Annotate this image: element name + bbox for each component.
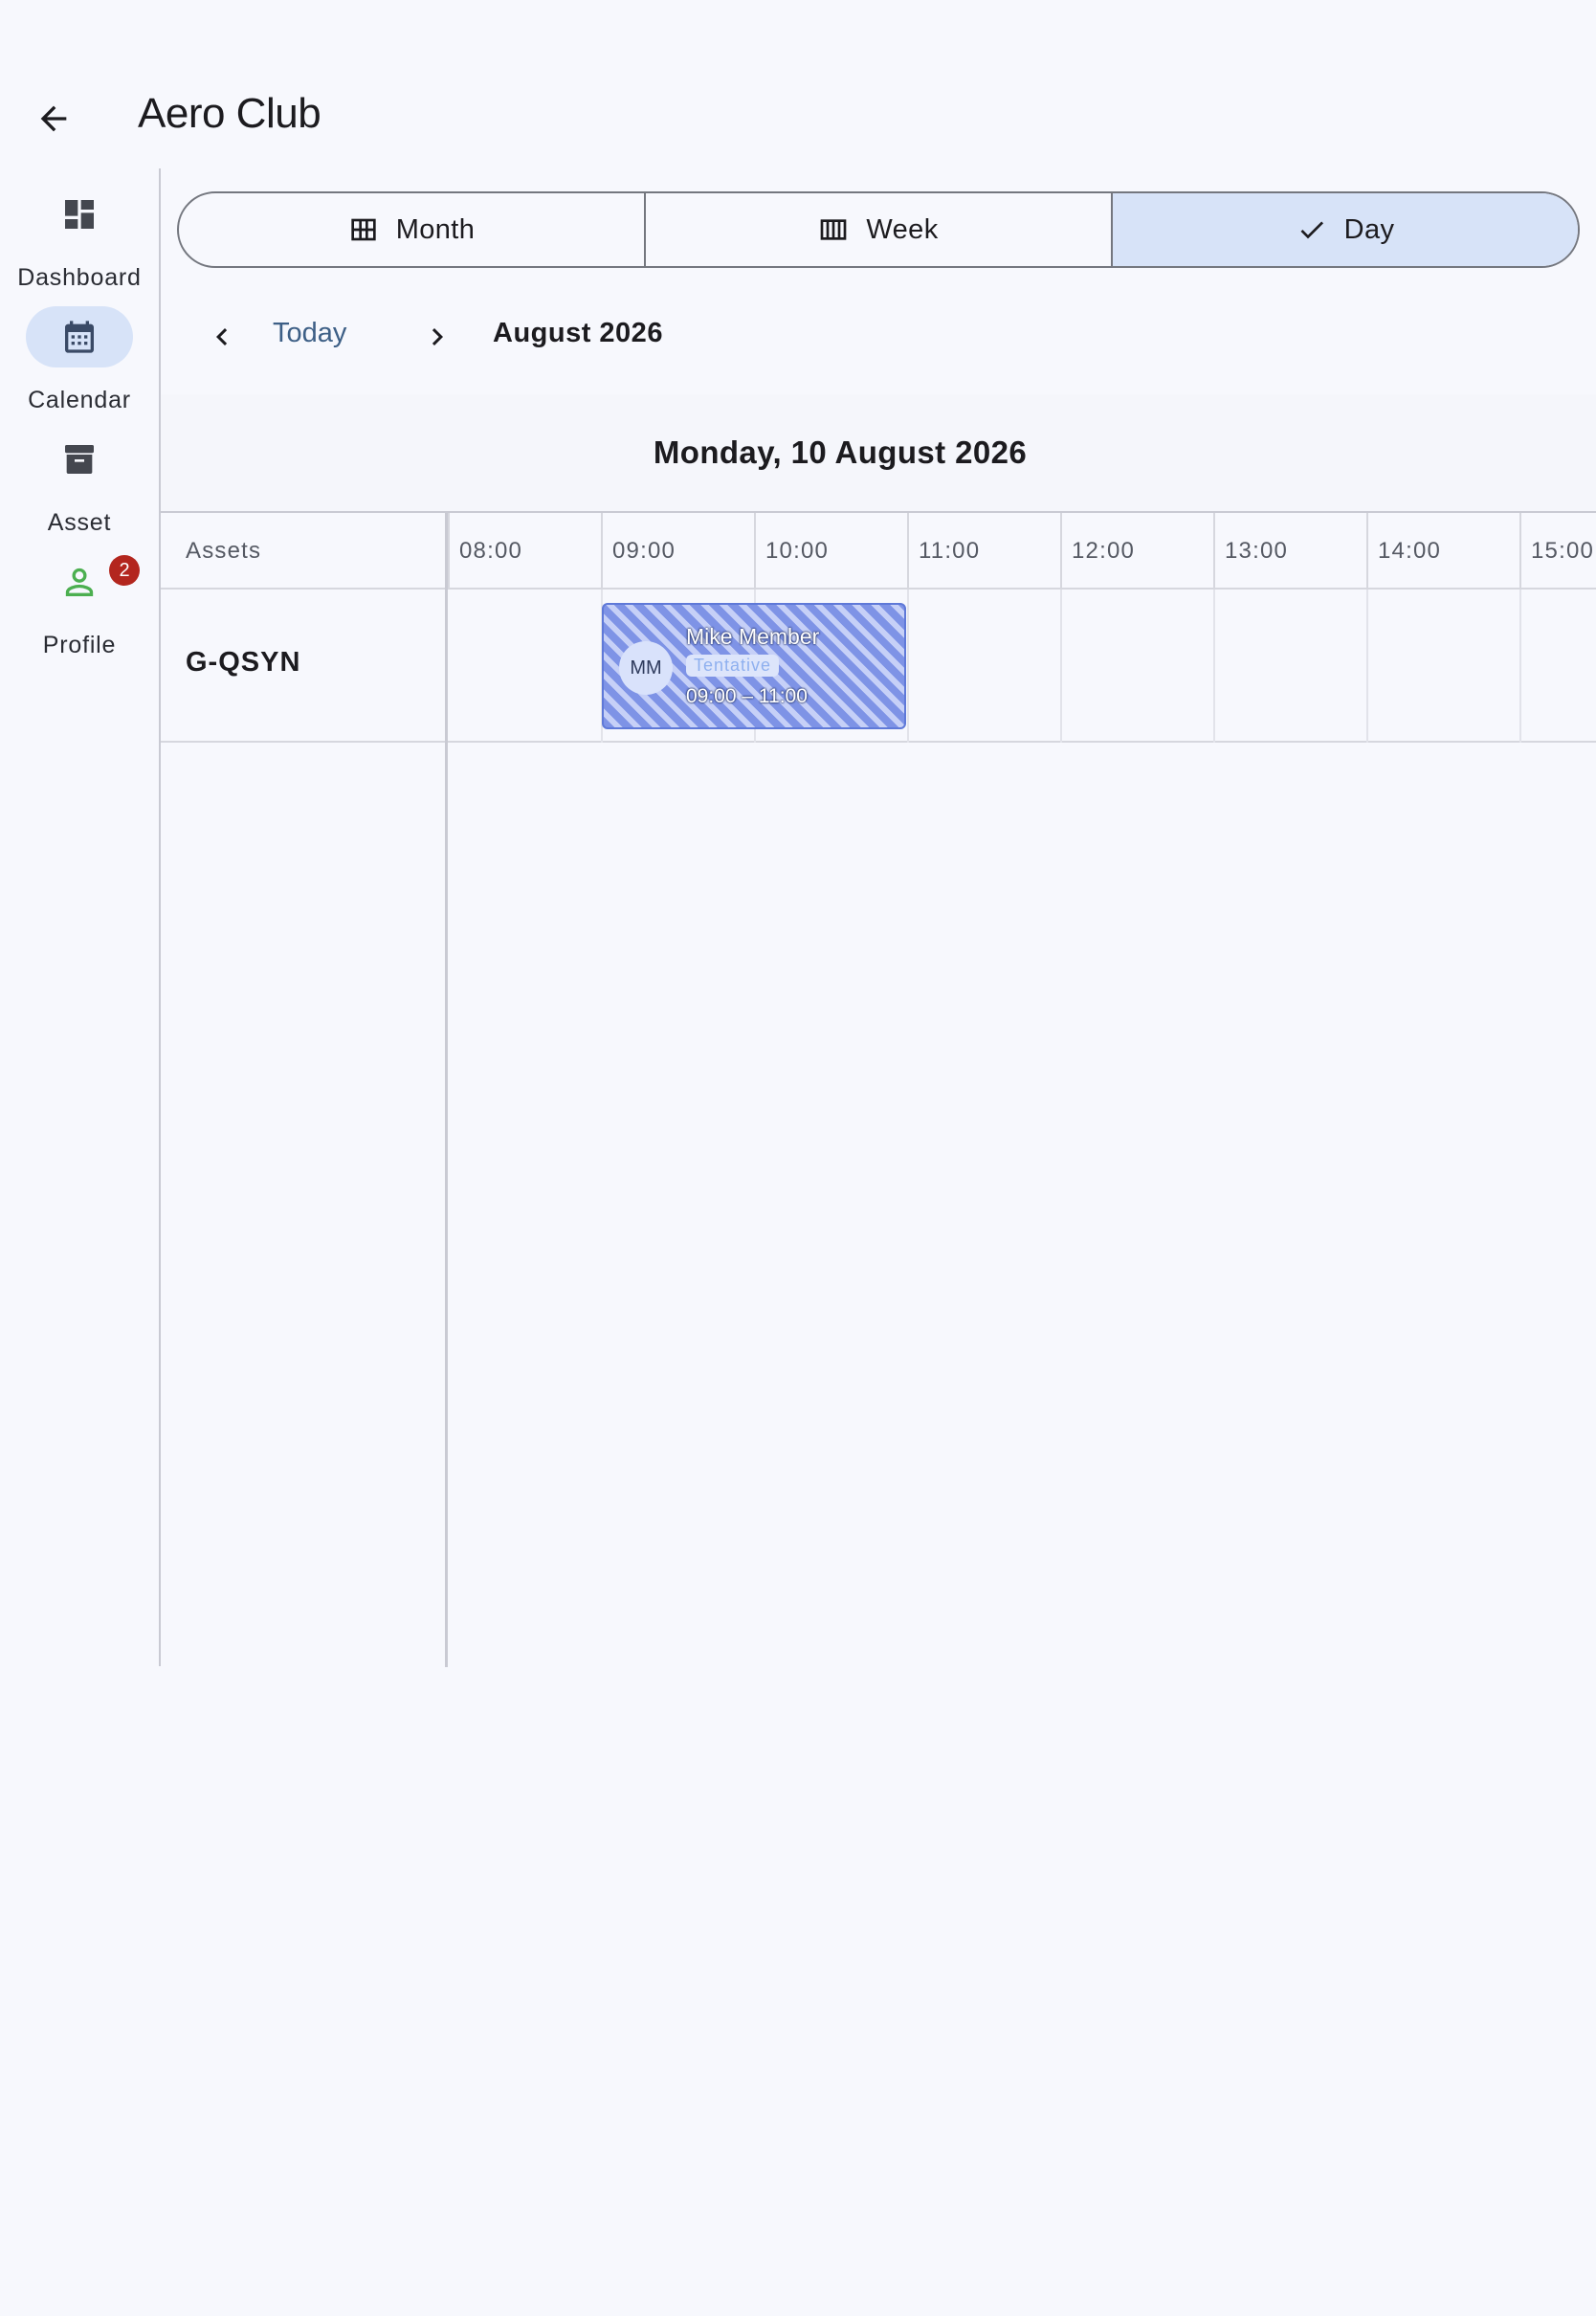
assets-column [161, 513, 448, 1667]
notification-badge: 2 [109, 555, 140, 586]
rail-icon-container [26, 306, 133, 367]
day-header: Monday, 10 August 2026 [161, 394, 1596, 513]
hour-divider [1519, 590, 1521, 743]
hour-divider [1060, 590, 1062, 743]
back-button[interactable] [23, 88, 84, 149]
hour-header: 13:00 [1213, 513, 1366, 590]
date-navigation: Today August 2026 [177, 306, 1038, 367]
segment-week[interactable]: Week [644, 193, 1111, 266]
rail-item-asset[interactable]: Asset [0, 429, 159, 544]
rail-icon-container: 2 [26, 551, 140, 612]
booking-time: 09:00 – 11:00 [686, 685, 808, 707]
hour-header: 11:00 [907, 513, 1060, 590]
rail-label-calendar: Calendar [28, 387, 131, 413]
person-icon [65, 568, 94, 596]
arrow-back-icon [40, 105, 67, 132]
day-calendar: Monday, 10 August 2026 Assets 08:00 09:0… [161, 394, 1596, 1667]
rail-label-dashboard: Dashboard [17, 264, 142, 291]
segment-week-label: Week [866, 213, 939, 245]
calendar-icon [65, 321, 94, 353]
rail-item-calendar[interactable]: Calendar [0, 306, 159, 421]
hour-header: 14:00 [1366, 513, 1519, 590]
archive-icon [65, 445, 94, 474]
booking-member-name: Mike Member [686, 624, 820, 649]
grid-month-icon [351, 218, 376, 241]
rail-item-dashboard[interactable]: Dashboard [0, 184, 159, 299]
hour-header: 10:00 [754, 513, 907, 590]
rail-label-profile: Profile [42, 632, 117, 658]
avatar: MM [619, 641, 673, 695]
hour-divider [907, 590, 909, 743]
hour-divider [1366, 590, 1368, 743]
hour-divider [1213, 590, 1215, 743]
rail-item-profile[interactable]: 2 Profile [0, 551, 159, 666]
week-columns-icon [821, 219, 847, 240]
current-month-label: August 2026 [493, 318, 663, 348]
rail-icon-container [26, 429, 133, 490]
top-app-bar: Aero Club [0, 57, 1596, 172]
dashboard-icon [65, 200, 94, 229]
timeline-grid: Assets 08:00 09:00 10:00 11:00 12:00 13:… [161, 513, 1596, 1667]
hour-header: 09:00 [601, 513, 754, 590]
chevron-left-icon [216, 328, 228, 345]
next-button[interactable] [407, 306, 468, 367]
segment-day-label: Day [1343, 213, 1395, 245]
app-title: Aero Club [138, 90, 321, 137]
rail-label-asset: Asset [47, 509, 112, 536]
view-toggle: Month Week Day [177, 191, 1580, 268]
booking-block[interactable]: MM Mike Member Tentative 09:00 – 11:00 [602, 603, 906, 729]
rail-icon-container [26, 184, 133, 245]
chevron-right-icon [432, 328, 443, 345]
app-root: Aero Club Dashboard Calendar Asset 2 Pro… [0, 0, 1596, 2316]
day-title: Monday, 10 August 2026 [653, 434, 1028, 470]
segment-month[interactable]: Month [179, 193, 644, 266]
segment-month-label: Month [395, 213, 476, 245]
today-button[interactable]: Today [273, 318, 346, 349]
hour-header: 15:00 [1519, 513, 1596, 590]
segment-day[interactable]: Day [1111, 193, 1578, 266]
check-icon [1300, 221, 1323, 239]
navigation-rail: Dashboard Calendar Asset 2 Profile [0, 168, 159, 1666]
hour-header: 08:00 [448, 513, 601, 590]
previous-button[interactable] [191, 306, 253, 367]
status-badge: Tentative [686, 655, 780, 677]
hour-header: 12:00 [1060, 513, 1213, 590]
